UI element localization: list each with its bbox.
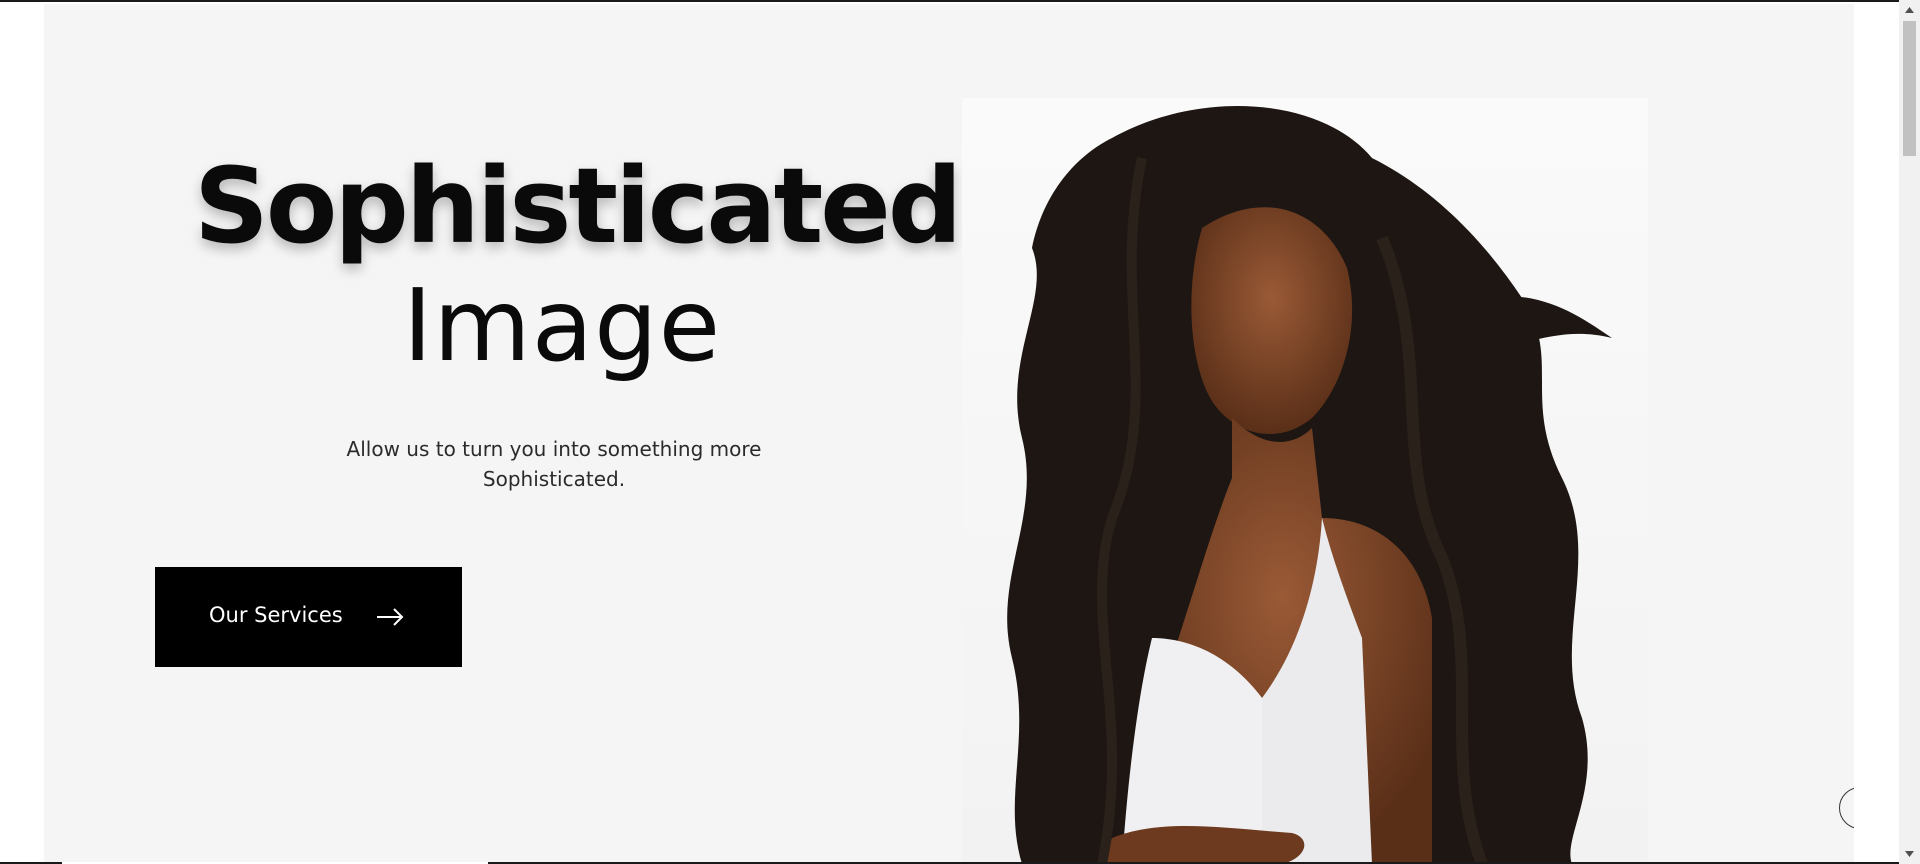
scroll-to-top-button[interactable] xyxy=(1839,787,1854,829)
scrollbar-thumb[interactable] xyxy=(1903,21,1916,156)
hero-tagline: Allow us to turn you into something more… xyxy=(346,437,762,491)
our-services-button[interactable]: Our Services xyxy=(155,567,462,667)
scroll-up-arrow-icon[interactable] xyxy=(1904,6,1915,14)
model-photo xyxy=(962,98,1648,864)
hero-section: Sophisticated Image Allow us to turn you… xyxy=(44,4,1854,864)
vertical-scrollbar[interactable] xyxy=(1899,0,1920,864)
hero-headline-bold: Sophisticated xyxy=(194,145,962,267)
hero-headline-light: Image xyxy=(402,267,722,384)
top-border xyxy=(0,0,1899,2)
scroll-down-arrow-icon[interactable] xyxy=(1904,850,1915,858)
model-illustration xyxy=(1007,106,1612,864)
our-services-label: Our Services xyxy=(209,603,343,627)
arrow-right-icon xyxy=(377,608,404,626)
arrow-up-icon xyxy=(1853,800,1854,816)
